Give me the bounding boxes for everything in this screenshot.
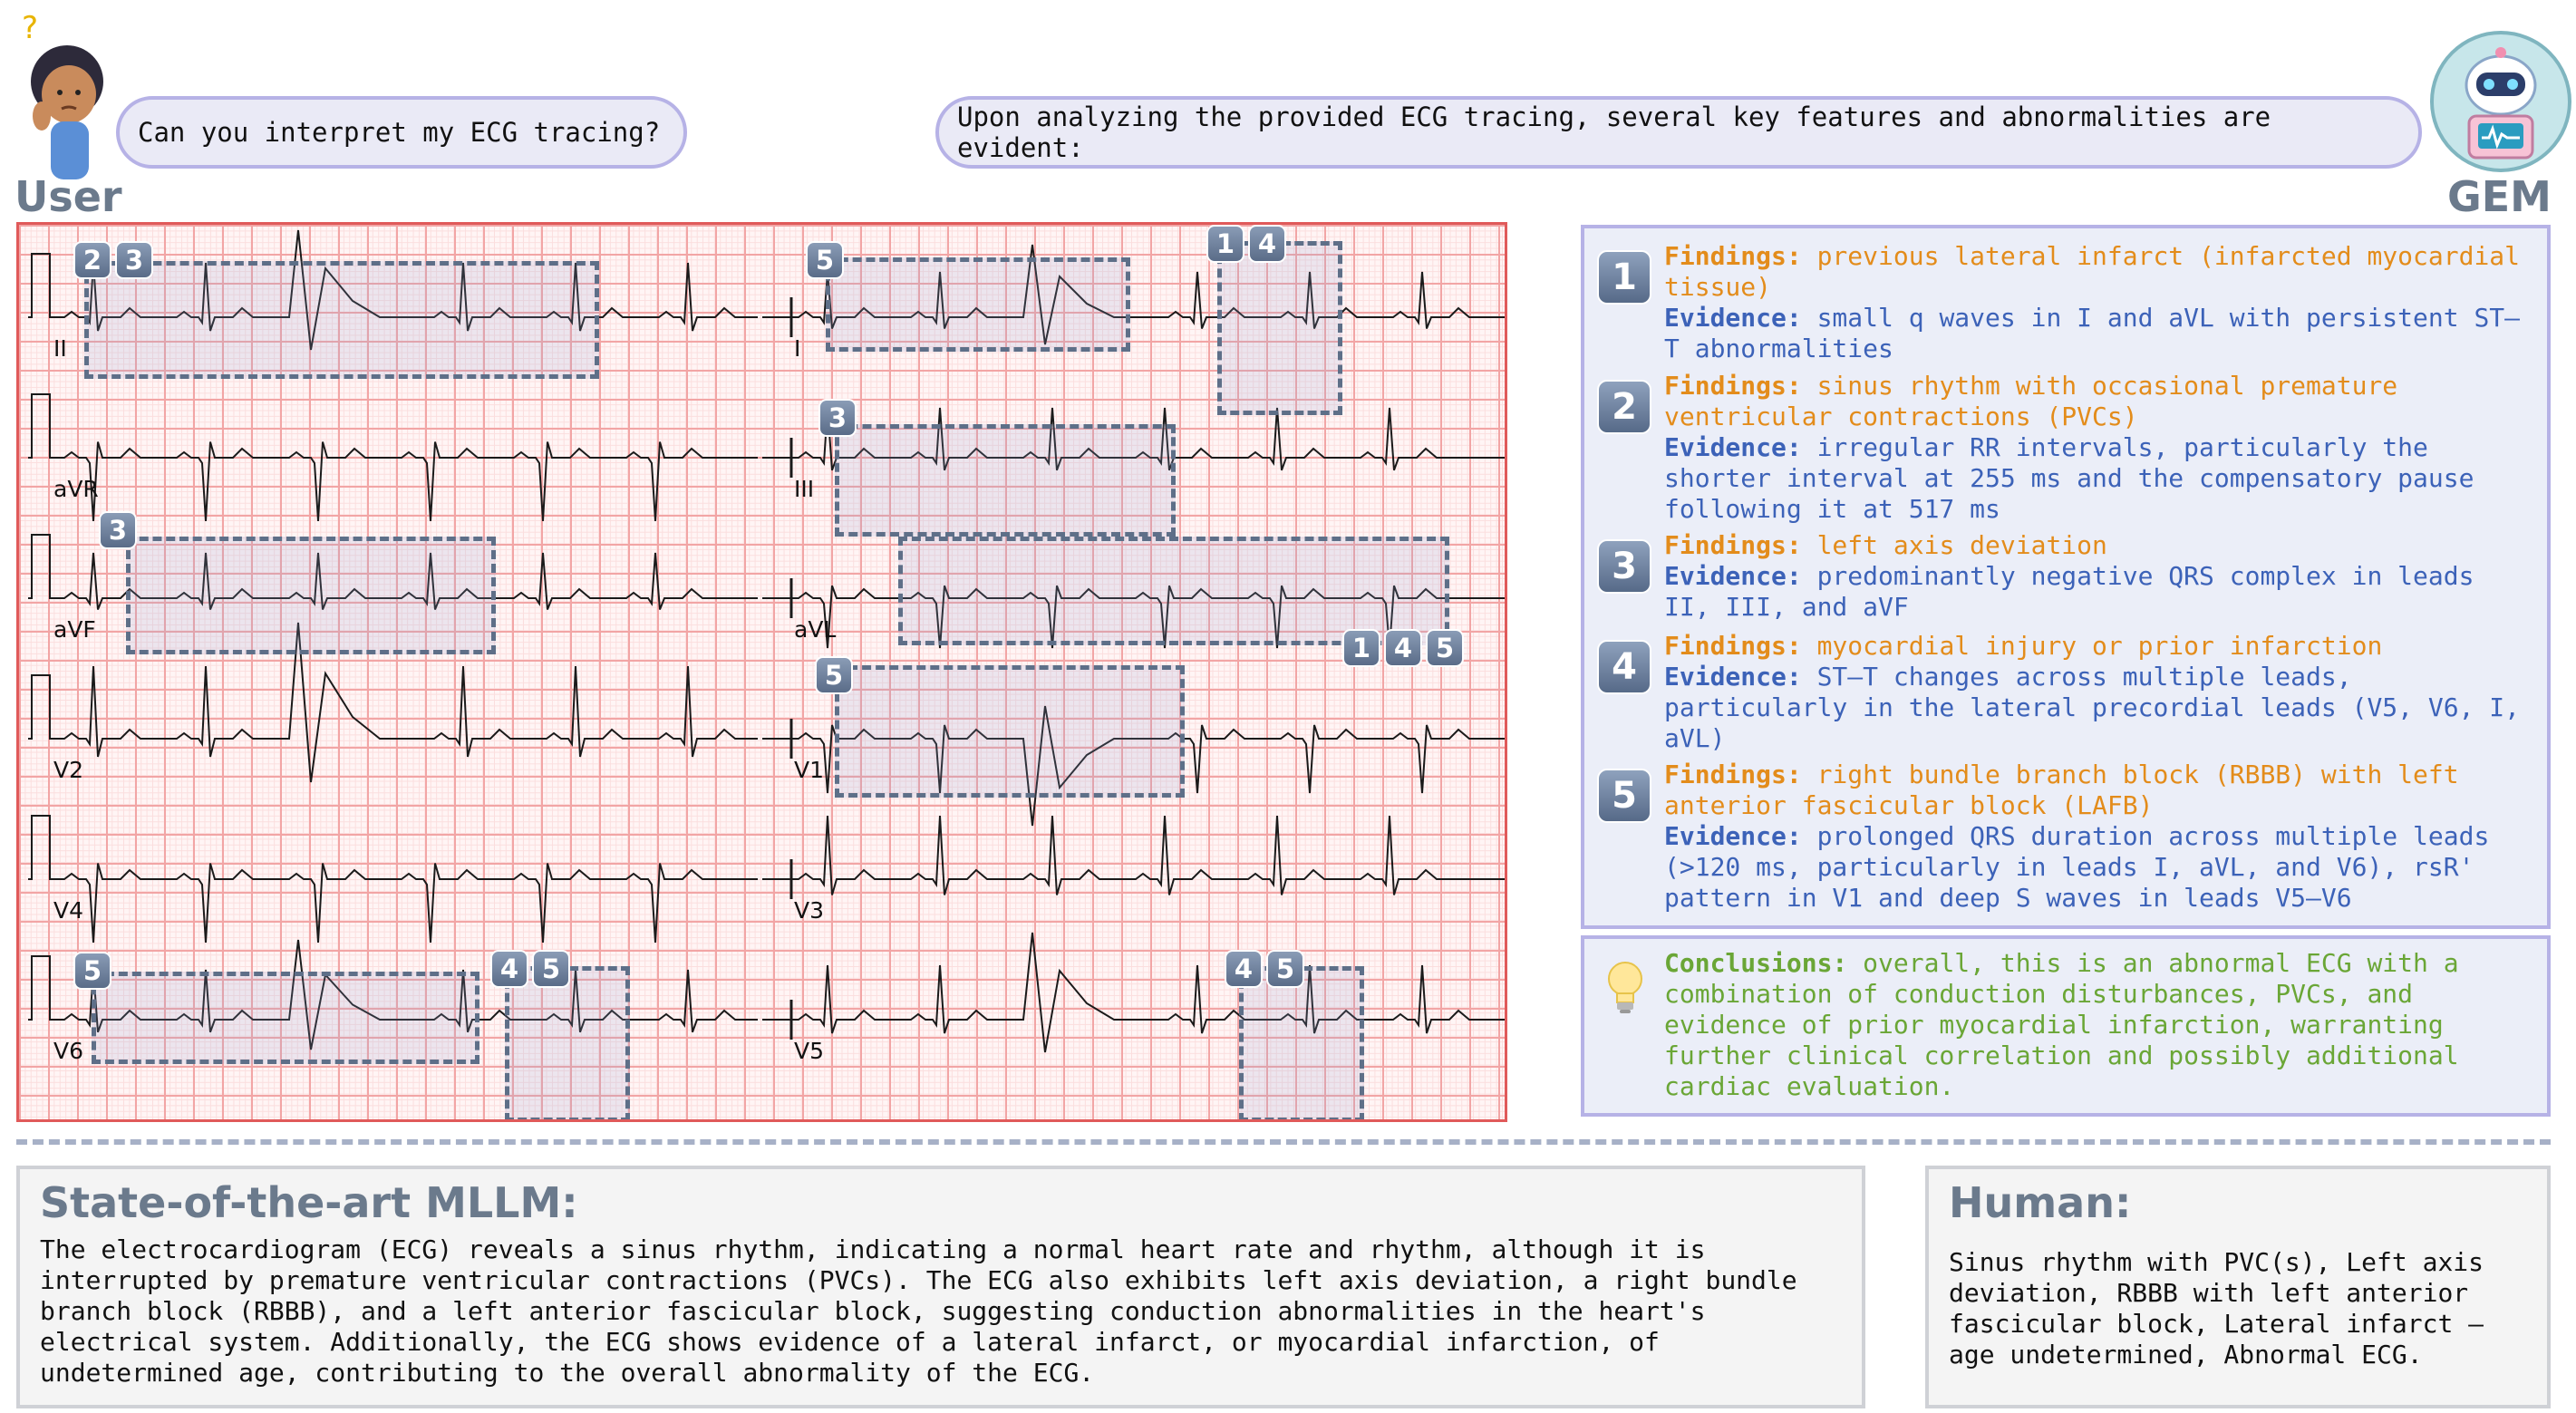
evidence-label: Evidence: [1664,821,1802,851]
mllm-answer-box: State-of-the-art MLLM: The electrocardio… [16,1166,1865,1408]
finding-number-badge: 3 [1597,539,1651,594]
conclusion-panel: Conclusions: overall, this is an abnorma… [1581,935,2551,1117]
wave-v4 [28,815,758,944]
conclusion-label: Conclusions: [1664,948,1848,978]
finding-number-badge: 2 [1597,380,1651,434]
gem-label: GEM [2447,172,2552,221]
evidence-label: Evidence: [1664,432,1802,462]
ecg-tracing-panel: II I aVR III aVF aVL V2 V1 V4 V3 V6 V5 2… [16,222,1507,1122]
wave-v3 [762,815,1505,895]
highlight-box [1217,241,1342,415]
highlight-box [92,972,479,1064]
lead-label-v1: V1 [794,757,825,783]
user-label: User [15,172,122,221]
finding-badge: 2 [73,241,111,279]
lead-label-v3: V3 [794,897,825,924]
finding-badge: 4 [1384,629,1422,667]
finding-badge: 4 [1225,950,1263,988]
finding-badge: 4 [490,950,528,988]
findings-label: Findings: [1664,530,1802,560]
finding-badge: 5 [1426,629,1464,667]
svg-text:?: ? [22,10,38,46]
mllm-answer-text: The electrocardiogram (ECG) reveals a si… [40,1234,1797,1388]
lead-label-ii: II [53,335,67,362]
section-divider [16,1139,2551,1145]
mllm-title: State-of-the-art MLLM: [40,1178,578,1227]
wave-avr [28,393,758,522]
finding-text: myocardial injury or prior infarction [1816,631,2383,661]
lead-label-i: I [794,335,801,362]
findings-label: Findings: [1664,760,1802,789]
evidence-label: Evidence: [1664,561,1802,591]
finding-number-badge: 1 [1597,250,1651,305]
lead-label-v5: V5 [794,1038,825,1064]
finding-badge: 4 [1248,225,1286,263]
gem-message-bubble: Upon analyzing the provided ECG tracing,… [935,96,2422,169]
finding-badge: 5 [815,656,853,694]
lead-label-v6: V6 [53,1038,84,1064]
user-message-bubble: Can you interpret my ECG tracing? [116,96,687,169]
finding-badge: 1 [1342,629,1380,667]
findings-label: Findings: [1664,241,1802,271]
finding-badge: 3 [99,511,137,549]
highlight-box [826,257,1130,352]
highlight-box [505,966,630,1119]
finding-badge: 5 [806,241,844,279]
finding-text: left axis deviation [1816,530,2107,560]
highlight-box [126,537,496,654]
highlight-box [835,424,1176,537]
lead-label-iii: III [794,476,815,502]
lead-label-avr: aVR [53,476,99,502]
finding-badge: 5 [532,950,570,988]
human-answer-box: Human: Sinus rhythm with PVC(s), Left ax… [1925,1166,2551,1408]
lightbulb-icon [1608,962,1642,1013]
finding-badge: 5 [73,952,111,990]
findings-label: Findings: [1664,371,1802,401]
lead-label-avl: aVL [794,616,837,643]
wave-v5 [762,932,1505,1053]
gem-robot-avatar-icon [2430,31,2571,172]
finding-badge: 1 [1206,225,1244,263]
finding-badge: 3 [818,399,857,437]
findings-panel: 1 Findings: previous lateral infarct (in… [1581,225,2551,929]
highlight-box [835,665,1185,798]
user-avatar-icon: ? [22,10,103,179]
finding-badge: 5 [1266,950,1304,988]
evidence-label: Evidence: [1664,662,1802,692]
finding-number-badge: 5 [1597,769,1651,823]
evidence-label: Evidence: [1664,303,1802,333]
highlight-box [1239,966,1364,1119]
findings-label: Findings: [1664,631,1802,661]
lead-label-avf: aVF [53,616,96,643]
finding-badge: 3 [115,241,153,279]
human-title: Human: [1949,1178,2132,1227]
highlight-box [84,261,599,379]
lead-label-v2: V2 [53,757,84,783]
human-answer-text: Sinus rhythm with PVC(s), Left axis devi… [1949,1247,2484,1369]
lead-label-v4: V4 [53,897,84,924]
finding-number-badge: 4 [1597,640,1651,694]
